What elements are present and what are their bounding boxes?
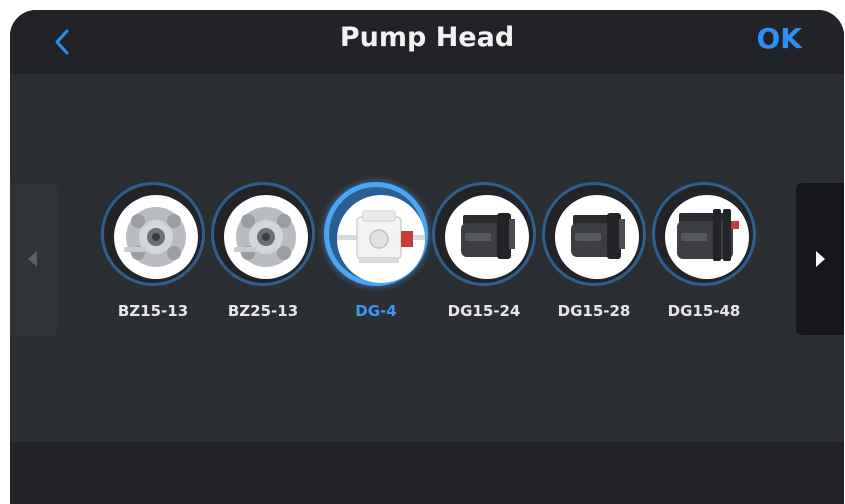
option-image <box>114 195 198 279</box>
option-image <box>337 195 425 283</box>
ok-button[interactable]: OK <box>757 22 803 55</box>
triangle-left-icon <box>28 251 37 267</box>
option-ring <box>432 182 536 286</box>
option-ring <box>324 182 428 286</box>
pump-head-option[interactable]: DG15-48 <box>652 182 762 342</box>
pump-head-bz-icon <box>124 207 186 267</box>
scroll-right-button[interactable] <box>796 183 844 335</box>
option-image <box>665 195 749 279</box>
scroll-left-button[interactable] <box>10 183 58 335</box>
option-label: DG15-48 <box>667 302 741 320</box>
pump-head-dg-icon <box>571 213 625 259</box>
option-ring <box>211 182 315 286</box>
pump-head-option[interactable]: BZ25-13 <box>211 182 321 342</box>
screen: Pump Head OK BZ15-13 BZ25-13 DG-4 DG15-2… <box>10 10 844 504</box>
option-label: DG15-28 <box>557 302 631 320</box>
pump-head-option[interactable]: DG15-24 <box>432 182 542 342</box>
pump-head-option[interactable]: DG15-28 <box>542 182 652 342</box>
pump-head-dg-icon <box>677 209 739 261</box>
option-image <box>555 195 639 279</box>
option-label: DG-4 <box>355 302 397 320</box>
option-image <box>445 195 529 279</box>
option-ring <box>652 182 756 286</box>
option-label: BZ15-13 <box>117 302 189 320</box>
option-ring <box>101 182 205 286</box>
footer-bar <box>10 442 844 504</box>
pump-head-dg4-icon <box>337 210 425 263</box>
option-label: BZ25-13 <box>227 302 299 320</box>
triangle-right-icon <box>816 251 825 267</box>
option-label: DG15-24 <box>447 302 521 320</box>
header-bar: Pump Head OK <box>10 10 844 74</box>
device-frame: Pump Head OK BZ15-13 BZ25-13 DG-4 DG15-2… <box>10 10 844 504</box>
pump-head-option-selected[interactable]: DG-4 <box>324 182 434 342</box>
pump-head-dg-icon <box>461 213 515 259</box>
pump-head-option[interactable]: BZ15-13 <box>101 182 211 342</box>
pump-head-bz-icon <box>234 207 296 267</box>
page-title: Pump Head <box>339 22 515 53</box>
option-ring <box>542 182 646 286</box>
option-image <box>224 195 308 279</box>
